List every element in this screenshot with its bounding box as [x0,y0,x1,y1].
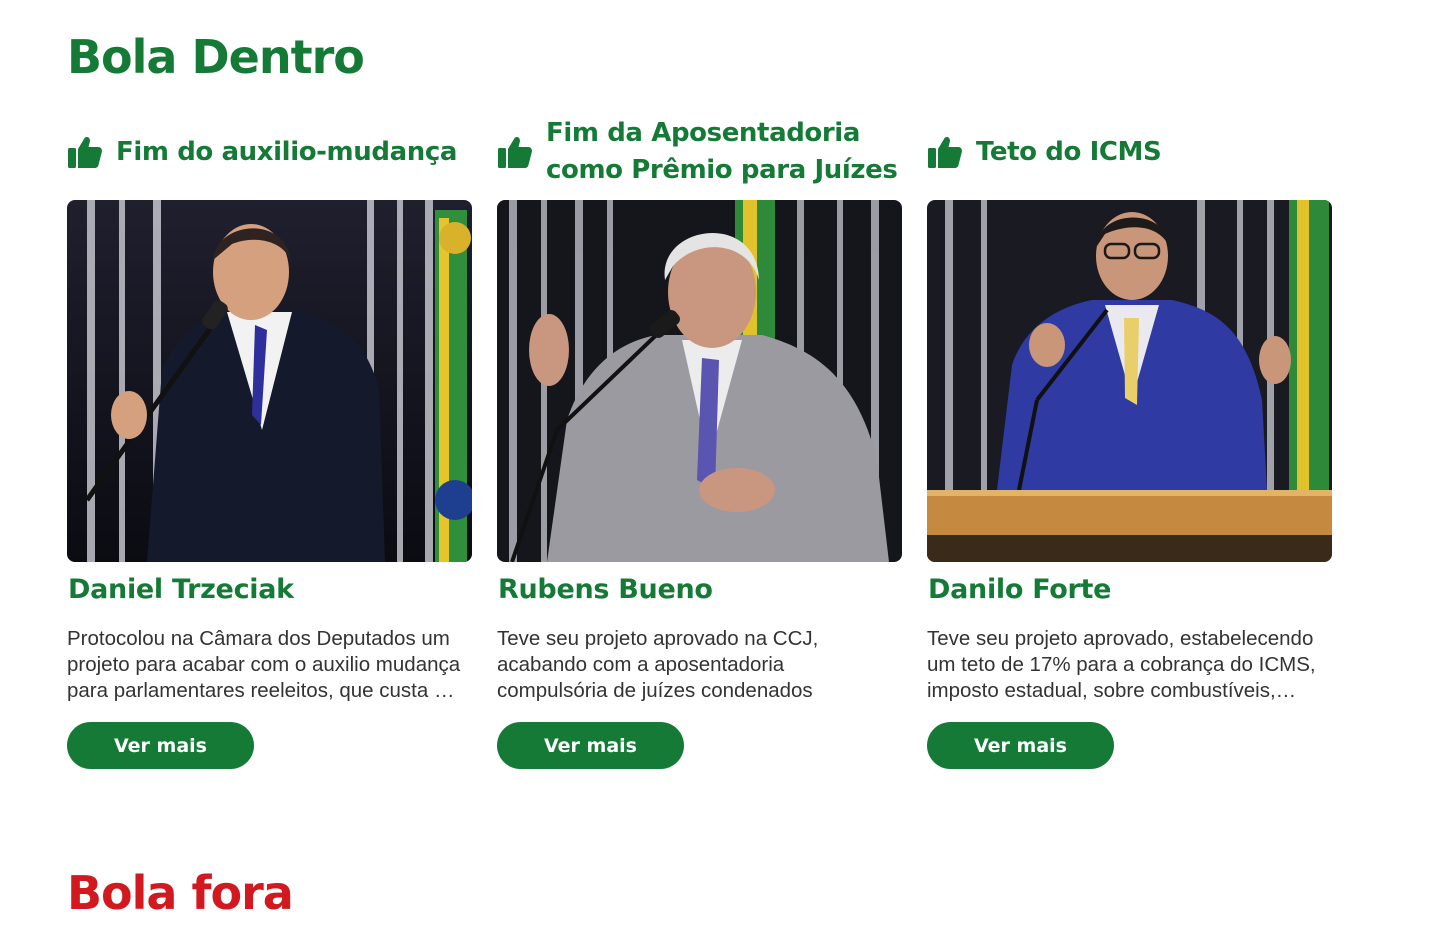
card-description: Teve seu projeto aprovado na CCJ, acaban… [497,627,819,702]
card-description: Protocolou na Câmara dos Deputados um pr… [67,627,461,702]
thumbs-up-icon [928,136,962,168]
section-title-bola-fora: Bola fora [67,866,294,920]
card-heading: Fim da Aposentadoria como Prêmio para Ju… [497,112,917,192]
card-daniel-trzeciak: Fim do auxilio-mudança Daniel Trzeciak P… [67,112,472,772]
card-description: Teve seu projeto aprovado, estabelecendo… [927,627,1316,702]
card-heading: Teto do ICMS [927,112,1347,192]
person-name: Rubens Bueno [498,574,713,605]
portrait-photo-rubens-bueno [497,200,902,562]
card-title: Fim da Aposentadoria como Prêmio para Ju… [546,118,898,185]
person-name: Danilo Forte [928,574,1112,605]
ver-mais-button[interactable]: Ver mais [927,722,1114,769]
card-title: Fim do auxilio-mudança [116,136,457,167]
section-title-bola-dentro: Bola Dentro [67,30,365,84]
ver-mais-button[interactable]: Ver mais [497,722,684,769]
card-heading: Fim do auxilio-mudança [67,112,487,192]
person-name: Daniel Trzeciak [68,574,294,605]
card-title: Teto do ICMS [976,136,1162,167]
portrait-photo-danilo-forte [927,200,1332,562]
card-rubens-bueno: Fim da Aposentadoria como Prêmio para Ju… [497,112,902,772]
ver-mais-button[interactable]: Ver mais [67,722,254,769]
card-danilo-forte: Teto do ICMS Danilo Forte Teve seu proje… [927,112,1332,772]
thumbs-up-icon [498,136,532,168]
thumbs-up-icon [68,136,102,168]
portrait-photo-daniel-trzeciak [67,200,472,562]
